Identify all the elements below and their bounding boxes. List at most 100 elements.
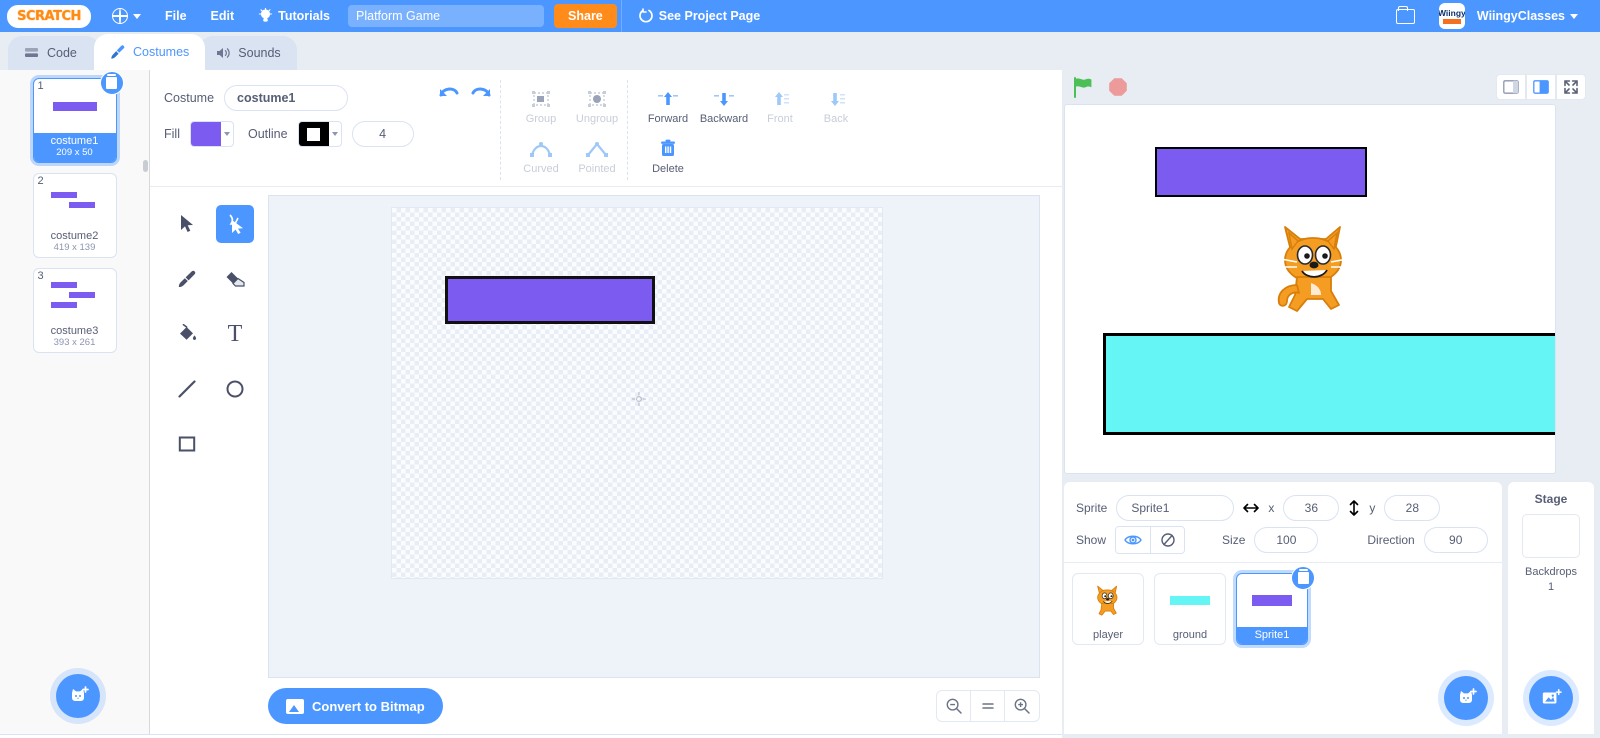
line-tool[interactable] [168,370,206,408]
small-stage-button[interactable] [1496,74,1526,100]
paint-bucket-icon [179,324,196,340]
rectangle-tool[interactable] [168,425,206,463]
stage-backdrop-thumbnail[interactable] [1522,514,1580,558]
show-off-button[interactable] [1150,527,1185,553]
paint-canvas-area: Convert to Bitmap [260,187,1062,734]
menu-tutorials[interactable]: Tutorials [246,0,342,32]
stage-platform-sprite[interactable] [1155,147,1367,197]
sprite-name-input[interactable] [1116,495,1235,521]
costume-size-label: 419 x 139 [53,242,96,253]
group-button[interactable]: Group [515,80,567,132]
editor-main: 1 costume1 209 x 50 2 costume2 419 x 139… [0,70,1600,734]
green-flag-icon[interactable] [1072,76,1094,98]
fill-color-picker[interactable] [189,121,234,147]
sprite-size-input[interactable] [1254,527,1319,553]
zoom-out-button[interactable] [937,691,971,721]
tab-costumes[interactable]: Costumes [94,34,206,70]
fill-tool[interactable] [168,315,206,353]
costume-item-3[interactable]: 3 costume3 393 x 261 [32,268,117,353]
undo-button[interactable] [434,80,464,108]
pointed-button[interactable]: Pointed [571,132,623,180]
tab-sounds[interactable]: Sounds [199,36,297,70]
add-costume-cat-icon [72,686,89,701]
paint-editor: 1 costume1 209 x 50 2 costume2 419 x 139… [0,70,1062,734]
costume-name-input[interactable] [224,85,349,111]
curved-button[interactable]: Curved [515,132,567,180]
add-sprite-button[interactable] [1444,676,1488,720]
delete-costume-button[interactable] [99,71,124,95]
select-tool[interactable] [168,205,206,243]
sprite-x-input[interactable] [1283,495,1340,521]
sprite-y-input[interactable] [1384,495,1441,521]
backward-button[interactable]: Backward [698,80,750,132]
paint-canvas-paper[interactable] [391,207,883,579]
convert-to-bitmap-label: Convert to Bitmap [312,698,425,714]
fill-color-swatch [190,122,221,146]
zoom-reset-button[interactable] [971,691,1005,721]
backward-icon [713,88,735,110]
text-T-icon: T [227,321,243,347]
my-stuff-button[interactable] [1384,0,1427,32]
stop-sign-icon[interactable] [1108,77,1128,97]
delete-button[interactable]: Delete [642,132,694,180]
paint-main-column: Costume Fill Outline [150,70,1062,734]
reshape-tool[interactable] [216,205,254,243]
stage-selector-panel[interactable]: Stage Backdrops 1 [1508,482,1594,734]
stage-preview[interactable] [1064,104,1556,474]
costume-number: 1 [37,80,44,92]
sprite-name-field-label: Sprite [1076,501,1108,515]
large-stage-button[interactable] [1526,74,1556,100]
eraser-tool[interactable] [216,260,254,298]
text-tool[interactable]: T [216,315,254,353]
tab-code[interactable]: Code [8,36,100,70]
delete-sprite-button[interactable] [1291,566,1315,590]
paintbrush-icon [178,270,196,287]
front-button[interactable]: Front [754,80,806,132]
drawn-rectangle-shape[interactable] [445,276,655,324]
show-on-button[interactable] [1116,527,1151,553]
sprite-direction-input[interactable] [1423,527,1488,553]
share-button[interactable]: Share [554,4,617,28]
costume-number: 3 [37,270,44,282]
outline-width-input[interactable] [351,121,414,147]
redo-button[interactable] [466,80,496,108]
back-label: Back [823,112,849,125]
costume-item-1[interactable]: 1 costume1 209 x 50 [32,71,124,163]
backpack-bar[interactable]: Backpack [0,734,1062,738]
sprite-card-ground[interactable]: ground [1154,573,1226,645]
circle-tool[interactable] [216,370,254,408]
tab-code-label: Code [47,46,77,60]
fullscreen-button[interactable] [1556,74,1586,100]
image-icon [286,698,304,714]
see-project-page-button[interactable]: See Project Page [626,0,772,32]
language-menu[interactable] [100,0,153,32]
project-title-input[interactable] [348,5,545,27]
account-menu[interactable]: Wiingy WiingyClasses [1427,0,1590,32]
scratch-cat-icon [1097,585,1118,616]
menu-file[interactable]: File [153,0,199,32]
paint-canvas-viewport[interactable] [268,195,1040,678]
outline-color-picker[interactable] [297,121,342,147]
sprite-info-panel: Sprite x y Show [1064,482,1502,563]
add-costume-button[interactable] [56,674,100,718]
menu-bar: SCRATCH File Edit Tutorials Share See Pr… [0,0,1600,32]
convert-to-bitmap-button[interactable]: Convert to Bitmap [268,688,443,724]
stage-ground-sprite[interactable] [1103,333,1555,435]
costume-number: 2 [37,175,44,187]
costume-list-scrollbar[interactable] [143,160,148,172]
ungroup-button[interactable]: Ungroup [571,80,623,132]
brush-tool[interactable] [168,260,206,298]
costume-item-2[interactable]: 2 costume2 419 x 139 [32,173,117,258]
add-backdrop-button[interactable] [1529,676,1573,720]
zoom-reset-icon [981,703,994,709]
zoom-in-button[interactable] [1005,691,1039,721]
account-name-label: WiingyClasses [1476,9,1565,23]
sprite-card-player[interactable]: player [1072,573,1144,645]
forward-button[interactable]: Forward [642,80,694,132]
tools-and-canvas: T Convert to Bitmap [150,187,1062,734]
menu-edit[interactable]: Edit [199,0,247,32]
scratch-logo[interactable]: SCRATCH [7,4,91,28]
sprite-card-sprite1[interactable]: Sprite1 [1236,566,1315,645]
scratch-cat-icon[interactable] [1267,215,1363,325]
back-button[interactable]: Back [810,80,862,132]
